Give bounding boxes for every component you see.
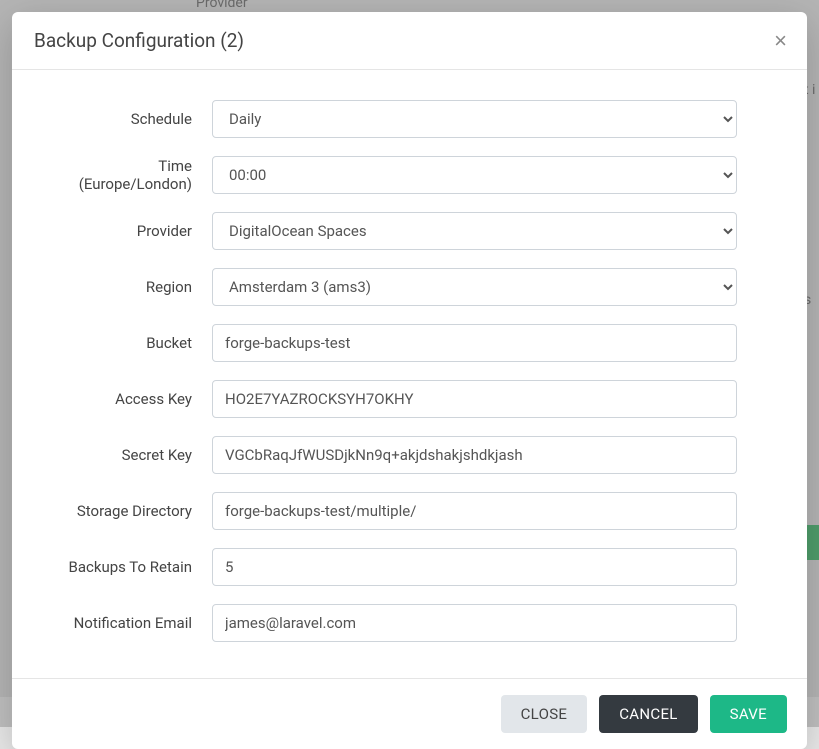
bucket-input[interactable] [212,324,737,362]
close-button[interactable]: CLOSE [501,695,588,733]
provider-label: Provider [42,222,212,240]
bucket-label: Bucket [42,334,212,352]
modal-title: Backup Configuration (2) [34,29,244,52]
cancel-button[interactable]: CANCEL [599,695,697,733]
schedule-label: Schedule [42,110,212,128]
storage-directory-input[interactable] [212,492,737,530]
notification-email-label: Notification Email [42,614,212,632]
close-icon[interactable]: × [774,30,787,52]
region-select[interactable]: Amsterdam 3 (ams3) [212,268,737,306]
backups-to-retain-label: Backups To Retain [42,558,212,576]
region-label: Region [42,278,212,296]
save-button[interactable]: SAVE [710,695,787,733]
access-key-label: Access Key [42,390,212,408]
time-label: Time (Europe/London) [42,157,212,193]
backups-to-retain-input[interactable] [212,548,737,586]
notification-email-input[interactable] [212,604,737,642]
provider-select[interactable]: DigitalOcean Spaces [212,212,737,250]
schedule-select[interactable]: Daily [212,100,737,138]
modal-body: Schedule Daily Time (Europe/London) 00:0… [12,70,807,678]
backup-configuration-modal: Backup Configuration (2) × Schedule Dail… [12,12,807,749]
time-select[interactable]: 00:00 [212,156,737,194]
storage-directory-label: Storage Directory [42,502,212,520]
modal-header: Backup Configuration (2) × [12,12,807,70]
access-key-input[interactable] [212,380,737,418]
secret-key-label: Secret Key [42,446,212,464]
secret-key-input[interactable] [212,436,737,474]
modal-footer: CLOSE CANCEL SAVE [12,678,807,749]
